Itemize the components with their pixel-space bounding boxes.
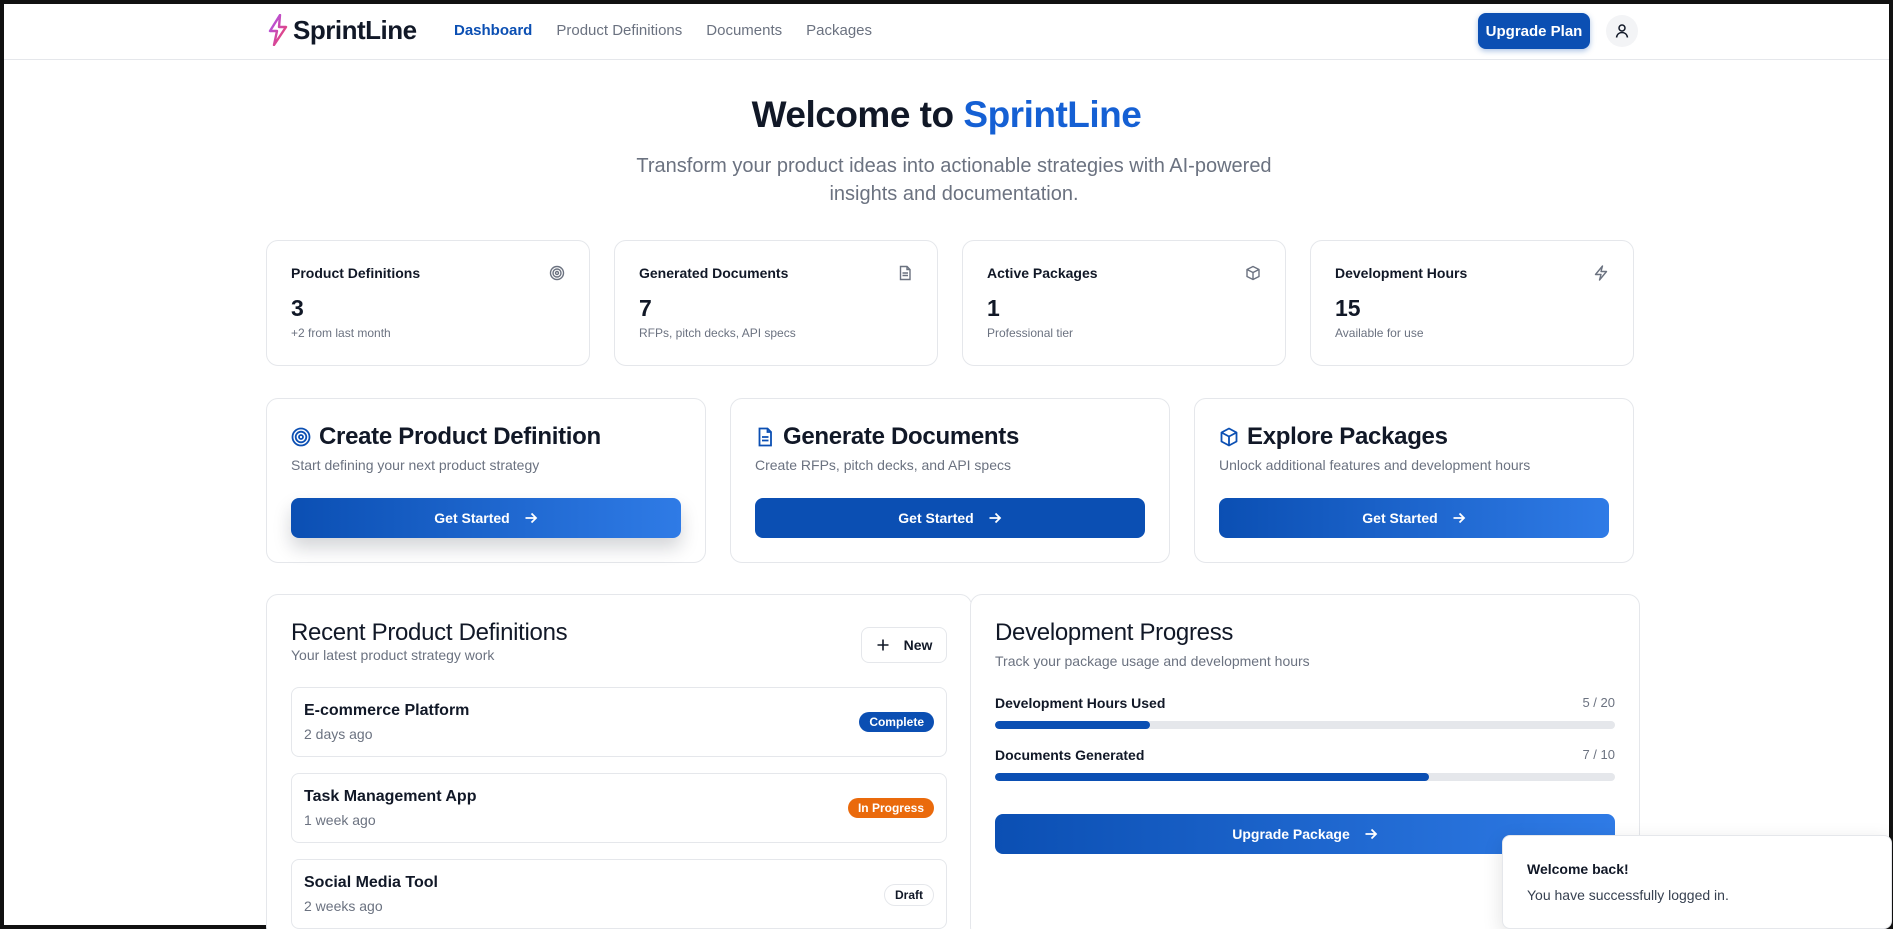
progress-value: 7 / 10: [1582, 747, 1615, 762]
nav-dashboard[interactable]: Dashboard: [454, 22, 532, 39]
top-navigation-bar: SprintLine Dashboard Product Definitions…: [4, 4, 1889, 60]
stat-card-product-definitions: Product Definitions 3 +2 from last month: [266, 240, 590, 366]
action-card-explore-packages: Explore Packages Unlock additional featu…: [1194, 398, 1634, 563]
target-icon: [549, 265, 565, 281]
package-icon: [1220, 427, 1238, 447]
stat-sub: Available for use: [1335, 326, 1424, 340]
progress-row-hours: Development Hours Used 5 / 20: [995, 695, 1615, 729]
action-title: Explore Packages: [1247, 423, 1448, 450]
arrow-right-icon: [1365, 828, 1378, 840]
toast-notification[interactable]: Welcome back! You have successfully logg…: [1502, 835, 1892, 929]
action-description: Create RFPs, pitch decks, and API specs: [755, 457, 1012, 473]
definition-name: Social Media Tool: [304, 874, 438, 891]
nav-documents[interactable]: Documents: [706, 22, 782, 39]
arrow-right-icon: [1453, 512, 1466, 524]
panel-subtitle: Track your package usage and development…: [995, 653, 1310, 669]
definition-time: 1 week ago: [304, 812, 376, 828]
stat-value: 3: [291, 295, 304, 321]
get-started-button[interactable]: Get Started: [755, 498, 1145, 538]
definition-name: Task Management App: [304, 788, 477, 805]
list-item[interactable]: E-commerce Platform 2 days ago Complete: [291, 687, 947, 757]
stat-label: Active Packages: [987, 265, 1098, 281]
status-badge: In Progress: [847, 798, 934, 818]
new-definition-button[interactable]: New: [861, 627, 947, 663]
progress-row-documents: Documents Generated 7 / 10: [995, 747, 1615, 781]
list-item[interactable]: Social Media Tool 2 weeks ago Draft: [291, 859, 947, 929]
arrow-right-icon: [989, 512, 1002, 524]
bolt-icon: [1594, 265, 1608, 281]
progress-track: [995, 773, 1615, 781]
brand-name: SprintLine: [293, 14, 417, 45]
stat-sub: Professional tier: [987, 326, 1074, 340]
document-icon: [758, 427, 772, 447]
stat-sub: +2 from last month: [291, 326, 391, 340]
get-started-button[interactable]: Get Started: [291, 498, 681, 538]
plus-icon: [877, 639, 889, 651]
main-nav: Dashboard Product Definitions Documents …: [454, 22, 872, 39]
progress-label: Documents Generated: [995, 747, 1145, 763]
definition-time: 2 days ago: [304, 726, 373, 742]
definition-time: 2 weeks ago: [304, 898, 383, 914]
stat-card-development-hours: Development Hours 15 Available for use: [1310, 240, 1634, 366]
sprintline-logo-icon: [268, 14, 288, 46]
button-label: Get Started: [1362, 510, 1438, 526]
status-badge: Complete: [859, 712, 934, 732]
page-title: Welcome to SprintLine: [4, 94, 1889, 136]
panel-subtitle: Your latest product strategy work: [291, 647, 495, 663]
package-icon: [1246, 265, 1260, 281]
nav-product-definitions[interactable]: Product Definitions: [556, 22, 682, 39]
stat-label: Product Definitions: [291, 265, 421, 281]
action-card-generate-documents: Generate Documents Create RFPs, pitch de…: [730, 398, 1170, 563]
stat-value: 15: [1335, 295, 1361, 321]
toast-message: You have successfully logged in.: [1527, 887, 1729, 903]
progress-label: Development Hours Used: [995, 695, 1166, 711]
button-label: Get Started: [434, 510, 510, 526]
user-menu-button[interactable]: [1606, 15, 1638, 47]
button-label: New: [903, 637, 933, 653]
arrow-right-icon: [525, 512, 538, 524]
action-title: Create Product Definition: [319, 423, 601, 450]
target-icon: [291, 427, 311, 447]
button-label: Get Started: [898, 510, 974, 526]
stat-value: 1: [987, 295, 1000, 321]
button-label: Upgrade Package: [1232, 826, 1350, 842]
action-title: Generate Documents: [783, 423, 1020, 450]
panel-title: Recent Product Definitions: [291, 619, 568, 646]
progress-fill: [995, 721, 1150, 729]
recent-definitions-panel: Recent Product Definitions Your latest p…: [266, 594, 972, 929]
document-icon: [899, 265, 911, 281]
user-icon: [1615, 24, 1629, 38]
stat-card-generated-documents: Generated Documents 7 RFPs, pitch decks,…: [614, 240, 938, 366]
panel-title: Development Progress: [995, 619, 1234, 646]
app-logo[interactable]: SprintLine: [267, 14, 417, 46]
action-description: Start defining your next product strateg…: [291, 457, 540, 473]
stat-label: Generated Documents: [639, 265, 789, 281]
definition-name: E-commerce Platform: [304, 702, 470, 719]
upgrade-plan-button[interactable]: Upgrade Plan: [1478, 13, 1590, 49]
toast-title: Welcome back!: [1527, 861, 1629, 877]
nav-packages[interactable]: Packages: [806, 22, 872, 39]
title-brand: SprintLine: [963, 94, 1142, 135]
list-item[interactable]: Task Management App 1 week ago In Progre…: [291, 773, 947, 843]
title-prefix: Welcome to: [751, 94, 954, 135]
progress-value: 5 / 20: [1582, 695, 1615, 710]
stat-card-active-packages: Active Packages 1 Professional tier: [962, 240, 1286, 366]
status-badge: Draft: [883, 884, 934, 906]
action-card-create-product-definition: Create Product Definition Start defining…: [266, 398, 706, 563]
page-subtitle: Transform your product ideas into action…: [636, 155, 1272, 205]
progress-track: [995, 721, 1615, 729]
get-started-button[interactable]: Get Started: [1219, 498, 1609, 538]
stat-value: 7: [639, 295, 652, 321]
stat-sub: RFPs, pitch decks, API specs: [639, 326, 796, 340]
action-description: Unlock additional features and developme…: [1219, 457, 1531, 473]
progress-fill: [995, 773, 1429, 781]
stat-label: Development Hours: [1335, 265, 1468, 281]
